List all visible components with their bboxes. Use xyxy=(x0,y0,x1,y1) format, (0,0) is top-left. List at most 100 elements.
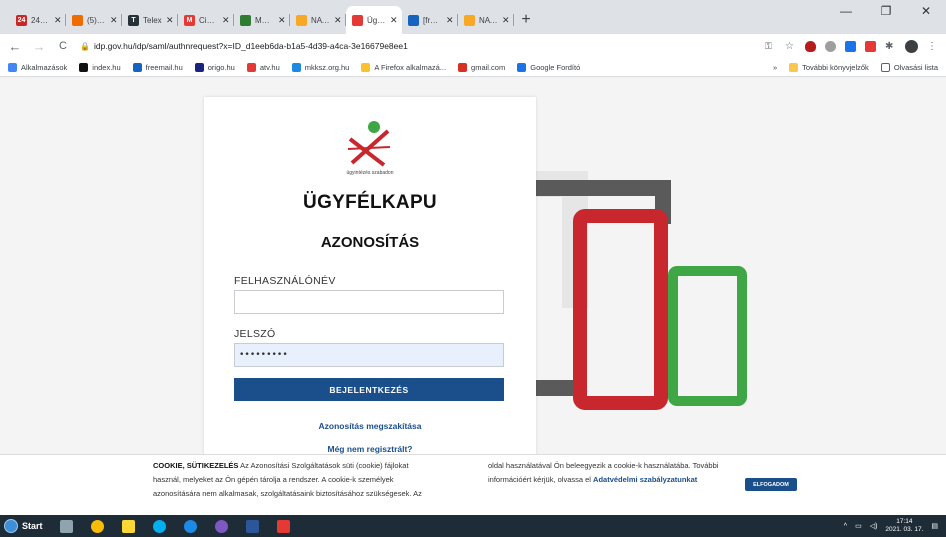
bookmark-favicon-icon xyxy=(291,62,301,72)
ugyfelkapu-logo-icon xyxy=(347,121,391,167)
folder-icon xyxy=(789,62,799,72)
tab-favicon-icon: T xyxy=(128,14,139,26)
tab-favicon-icon xyxy=(464,14,475,26)
system-tray: ^ ▭ ◁) 17:14 2021. 03. 17. ▤ xyxy=(844,518,946,534)
restore-button[interactable]: ❐ xyxy=(866,4,906,18)
chrome-icon[interactable] xyxy=(90,519,104,533)
address-bar[interactable]: 🔒 idp.gov.hu/idp/saml/authnrequest?x=ID_… xyxy=(80,37,755,55)
file-explorer-icon[interactable] xyxy=(121,519,135,533)
bookmark-favicon-icon xyxy=(79,62,89,72)
password-input[interactable]: ••••••••• xyxy=(234,343,504,367)
browser-tab[interactable]: (5) Hírek | ( ✕ xyxy=(66,6,122,34)
bookmark-favicon-icon xyxy=(517,62,527,72)
windows-taskbar: Start ^ ▭ ◁) 17:14 2021. 03. 17. ▤ xyxy=(0,515,946,537)
task-view-icon[interactable] xyxy=(59,519,73,533)
bookmark-favicon-icon xyxy=(8,62,17,72)
password-label: JELSZÓ xyxy=(234,328,276,340)
bookmark-item[interactable]: mkksz.org.hu xyxy=(291,62,349,72)
browser-tab[interactable]: NAV - Szja ✕ xyxy=(290,6,346,34)
tab-close-icon[interactable]: ✕ xyxy=(166,15,174,26)
browser-tab[interactable]: T Telex ✕ xyxy=(122,6,178,34)
tab-close-icon[interactable]: ✕ xyxy=(110,15,118,26)
reading-list-icon xyxy=(880,62,890,72)
tab-title: NAV - Szja xyxy=(311,15,330,25)
bookmark-item[interactable]: freemail.hu xyxy=(132,62,183,72)
other-bookmarks[interactable]: További könyvjelzők xyxy=(789,62,869,72)
privacy-policy-link[interactable]: Adatvédelmi szabályzatunkat xyxy=(593,475,697,484)
edge-icon[interactable] xyxy=(183,519,197,533)
back-button[interactable]: ← xyxy=(8,39,22,54)
login-button[interactable]: BEJELENTKEZÉS xyxy=(234,378,504,401)
menu-kebab-icon[interactable]: ⋮ xyxy=(927,41,938,52)
username-input[interactable] xyxy=(234,290,504,314)
tab-favicon-icon: M xyxy=(184,14,195,26)
page-title: ÜGYFÉLKAPU xyxy=(303,192,437,213)
bookmark-item[interactable]: origo.hu xyxy=(194,62,235,72)
minimize-button[interactable]: — xyxy=(826,4,866,18)
tab-title: Telex xyxy=(143,15,162,25)
clock[interactable]: 17:14 2021. 03. 17. xyxy=(885,518,923,534)
bookmark-star-icon[interactable]: ☆ xyxy=(785,41,796,52)
bookmark-favicon-icon xyxy=(194,62,204,72)
extension-icon[interactable] xyxy=(825,40,836,52)
network-icon[interactable]: ▭ xyxy=(855,522,862,530)
word-icon[interactable] xyxy=(245,519,259,533)
pdf-ext-icon[interactable] xyxy=(865,40,876,52)
tab-favicon-icon xyxy=(240,14,251,26)
ublock-icon[interactable] xyxy=(805,40,816,52)
browser-tab[interactable]: Már elérhe ✕ xyxy=(234,6,290,34)
tab-close-icon[interactable]: ✕ xyxy=(278,15,286,26)
bookmark-item[interactable]: Alkalmazások xyxy=(8,62,67,72)
browser-tab[interactable]: Ügyfélkapu ✕ xyxy=(346,6,402,34)
tab-close-icon[interactable]: ✕ xyxy=(54,15,62,26)
cookie-accept-button[interactable]: ELFOGADOM xyxy=(745,478,797,491)
page-content: ügyintézés szabadon ÜGYFÉLKAPU AZONOSÍTÁ… xyxy=(0,78,946,515)
reload-button[interactable]: C xyxy=(56,40,70,52)
volume-icon[interactable]: ◁) xyxy=(870,522,878,530)
tab-title: 24.hu - Fris xyxy=(31,15,50,25)
notifications-icon[interactable]: ▤ xyxy=(931,522,938,530)
bookmark-favicon-icon xyxy=(458,62,468,72)
register-link[interactable]: Még nem regisztrált? xyxy=(204,444,536,454)
browser-tab[interactable]: 24 24.hu - Fris ✕ xyxy=(10,6,66,34)
tab-close-icon[interactable]: ✕ xyxy=(334,15,342,26)
bookmark-favicon-icon xyxy=(246,62,256,72)
tray-overflow-icon[interactable]: ^ xyxy=(844,523,847,530)
windows-orb-icon xyxy=(4,519,18,533)
tab-favicon-icon xyxy=(72,14,83,26)
start-button[interactable]: Start xyxy=(0,515,51,537)
key-icon[interactable]: ⚿ xyxy=(765,41,776,52)
translate-ext-icon[interactable] xyxy=(845,40,856,52)
bookmark-item[interactable]: gmail.com xyxy=(458,62,505,72)
bookmark-item[interactable]: A Firefox alkalmazá... xyxy=(361,62,446,72)
tab-favicon-icon xyxy=(352,14,363,26)
skype-icon[interactable] xyxy=(152,519,166,533)
close-window-button[interactable]: ✕ xyxy=(906,4,946,18)
tab-favicon-icon xyxy=(408,14,419,26)
viber-icon[interactable] xyxy=(214,519,228,533)
browser-toolbar: ← → C 🔒 idp.gov.hu/idp/saml/authnrequest… xyxy=(0,34,946,58)
acrobat-icon[interactable] xyxy=(276,519,290,533)
tab-favicon-icon xyxy=(296,14,307,26)
profile-avatar[interactable] xyxy=(905,39,918,53)
tab-close-icon[interactable]: ✕ xyxy=(446,15,454,26)
window-controls: — ❐ ✕ xyxy=(826,4,946,18)
cancel-auth-link[interactable]: Azonosítás megszakítása xyxy=(204,421,536,431)
tab-close-icon[interactable]: ✕ xyxy=(222,15,230,26)
puzzle-icon[interactable]: ✱ xyxy=(885,41,896,52)
tab-title: Cikkajánló xyxy=(199,15,218,25)
bookmark-item[interactable]: index.hu xyxy=(79,62,121,72)
tab-close-icon[interactable]: ✕ xyxy=(390,15,398,26)
browser-tab[interactable]: M Cikkajánló ✕ xyxy=(178,6,234,34)
browser-tab[interactable]: [freemail] ✕ xyxy=(402,6,458,34)
new-tab-button[interactable]: + xyxy=(514,6,538,34)
tab-close-icon[interactable]: ✕ xyxy=(502,15,510,26)
bookmarks-overflow[interactable]: » xyxy=(773,63,777,72)
bookmark-item[interactable]: atv.hu xyxy=(246,62,280,72)
cookie-text-left: COOKIE, SÜTIKEZELÉS Az Azonosítási Szolg… xyxy=(153,461,422,498)
tab-title: (5) Hírek | ( xyxy=(87,15,106,25)
browser-tab[interactable]: NAV - Szja ✕ xyxy=(458,6,514,34)
bookmark-item[interactable]: Google Fordító xyxy=(517,62,580,72)
forward-button[interactable]: → xyxy=(32,39,46,54)
reading-list[interactable]: Olvasási lista xyxy=(880,62,938,72)
